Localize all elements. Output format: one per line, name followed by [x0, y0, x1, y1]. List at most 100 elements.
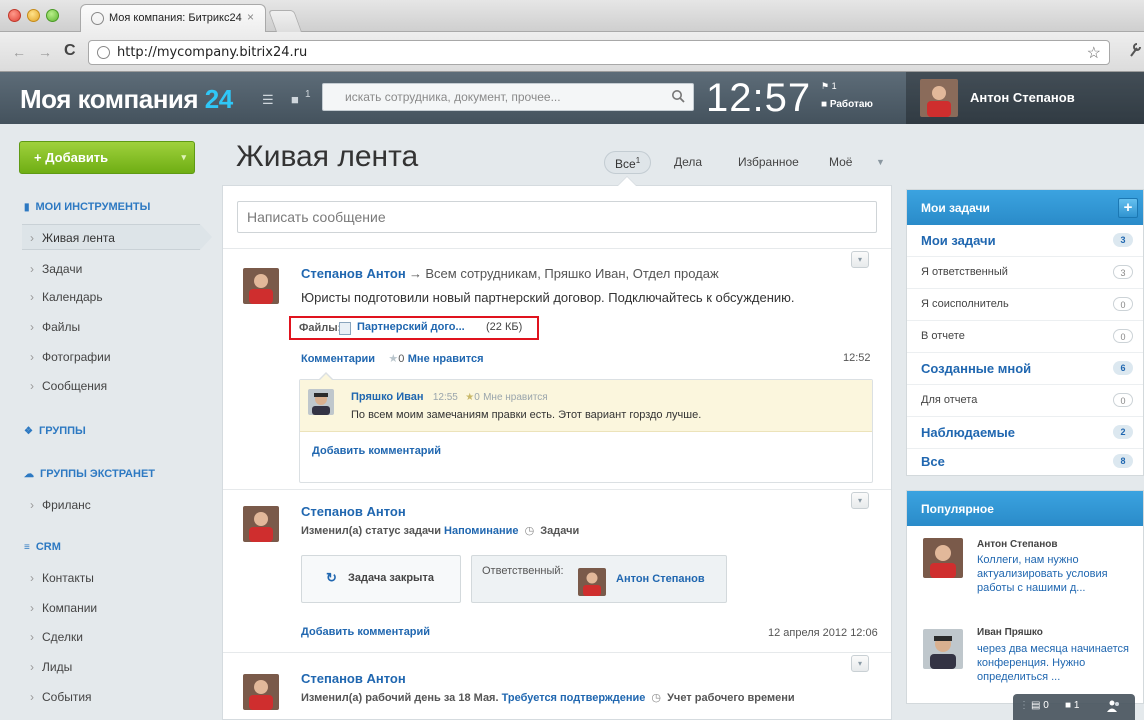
task-filter-row[interactable]: Наблюдаемые 2: [907, 417, 1143, 449]
popular-text-line[interactable]: определиться ...: [977, 670, 1060, 684]
sidebar-item-files[interactable]: Файлы: [30, 320, 80, 334]
filter-all[interactable]: Все1: [604, 151, 652, 174]
popular-panel: Популярное Антон Степанов Коллеги, нам н…: [906, 490, 1144, 704]
compose-input[interactable]: [237, 201, 877, 233]
filter-mine[interactable]: Моё: [829, 155, 852, 169]
post-author[interactable]: Степанов Антон: [301, 266, 406, 281]
post-author[interactable]: Степанов Антон: [301, 671, 406, 686]
reload-icon[interactable]: C: [64, 42, 76, 60]
sidebar-item-calendar[interactable]: Календарь: [30, 290, 103, 304]
messenger-bar[interactable]: ⋮ ▤ 0 ■ 1: [1013, 694, 1135, 720]
comment-author[interactable]: Пряшко Иван: [351, 391, 424, 403]
file-link[interactable]: Партнерский дого...: [357, 321, 465, 333]
sidebar-item-events[interactable]: События: [30, 690, 92, 704]
minimize-window-button[interactable]: [27, 9, 40, 22]
portal-logo[interactable]: Моя компания 24: [20, 84, 233, 115]
comments-link[interactable]: Комментарии: [301, 353, 375, 365]
workday-flag[interactable]: ⚑ 1: [821, 81, 837, 92]
section-my-tools[interactable]: ▮ МОИ ИНСТРУМЕНТЫ: [24, 201, 150, 213]
section-groups[interactable]: ❖ ГРУППЫ: [24, 425, 86, 437]
search-icon[interactable]: [671, 89, 685, 103]
avatar: [923, 538, 963, 578]
notifications-counter[interactable]: ■ 1: [1065, 700, 1079, 711]
search-input[interactable]: [323, 84, 663, 110]
sidebar-item-freelance[interactable]: Фриланс: [30, 498, 91, 512]
bookmark-star-icon[interactable]: ☆: [1087, 43, 1101, 63]
add-button[interactable]: + Добавить ▾: [19, 141, 195, 174]
popular-text-line[interactable]: через два месяца начинается: [977, 642, 1129, 656]
page-info-icon[interactable]: [97, 46, 110, 59]
contacts-icon[interactable]: [1107, 699, 1121, 713]
task-filter-row[interactable]: Созданные мной 6: [907, 353, 1143, 385]
post-actions: Комментарии ★0 Мне нравится: [301, 351, 484, 365]
add-comment-link[interactable]: Добавить комментарий: [312, 445, 441, 457]
task-filter-label: Все: [921, 454, 945, 469]
popular-author[interactable]: Антон Степанов: [977, 539, 1058, 550]
drag-handle-icon[interactable]: ⋮: [1019, 700, 1029, 711]
task-filter-row[interactable]: Я соисполнитель 0: [907, 289, 1143, 321]
messages-counter[interactable]: ▤ 0: [1031, 700, 1049, 711]
task-filter-row[interactable]: Все 8: [907, 446, 1143, 478]
new-tab-button[interactable]: [267, 10, 303, 32]
add-comment-link[interactable]: Добавить комментарий: [301, 626, 430, 638]
close-window-button[interactable]: [8, 9, 21, 22]
avatar: [243, 674, 279, 710]
task-filter-label: Я ответственный: [921, 266, 1008, 278]
zoom-window-button[interactable]: [46, 9, 59, 22]
status-section[interactable]: Учет рабочего времени: [667, 692, 795, 704]
task-link[interactable]: Напоминание: [444, 525, 518, 537]
responsible-name[interactable]: Антон Степанов: [616, 573, 705, 585]
sidebar-item-live-feed[interactable]: Живая лента: [22, 224, 212, 250]
comments-block: Пряшко Иван 12:55 ★0 Мне нравится По все…: [299, 379, 873, 483]
forward-icon[interactable]: →: [38, 44, 52, 60]
filter-tasks[interactable]: Дела: [674, 155, 702, 169]
comment-like-button[interactable]: Мне нравится: [483, 392, 548, 403]
workday-status[interactable]: ■ Работаю: [821, 99, 873, 110]
tasks-panel-header[interactable]: Мои задачи: [907, 190, 1143, 225]
popular-text-line[interactable]: конференция. Нужно: [977, 656, 1085, 670]
sidebar-item-leads[interactable]: Лиды: [30, 660, 72, 674]
popular-author[interactable]: Иван Пряшко: [977, 627, 1043, 638]
tab-close-icon[interactable]: ×: [247, 10, 254, 24]
task-filter-row[interactable]: Мои задачи 3: [907, 225, 1143, 257]
notif-count: 1: [1073, 700, 1080, 711]
sidebar-item-tasks[interactable]: Задачи: [30, 262, 82, 276]
clock[interactable]: 12:57: [706, 76, 811, 121]
section-extranet-groups[interactable]: ☁ ГРУППЫ ЭКСТРАНЕТ: [24, 468, 155, 480]
post-author[interactable]: Степанов Антон: [301, 504, 406, 519]
task-filter-count: 3: [1113, 233, 1133, 247]
comment-like-count: 0: [474, 392, 480, 403]
status-section[interactable]: Задачи: [540, 525, 579, 537]
add-task-button[interactable]: +: [1118, 198, 1138, 218]
messages-icon[interactable]: ☰: [262, 92, 274, 108]
post-menu-button[interactable]: ▾: [851, 655, 869, 672]
sidebar-item-deals[interactable]: Сделки: [30, 630, 83, 644]
post-menu-button[interactable]: ▾: [851, 251, 869, 268]
post-menu-button[interactable]: ▾: [851, 492, 869, 509]
post-date: 12 апреля 2012 12:06: [768, 627, 878, 639]
notifications-icon[interactable]: ■: [291, 92, 299, 107]
back-icon[interactable]: ←: [12, 44, 26, 60]
confirm-link[interactable]: Требуется подтверждение: [502, 692, 646, 704]
browser-tab[interactable]: Моя компания: Битрикс24 ×: [80, 4, 266, 32]
popular-text-line[interactable]: актуализировать условия: [977, 567, 1108, 581]
task-filter-count: 8: [1113, 454, 1133, 468]
sidebar-item-companies[interactable]: Компании: [30, 601, 97, 615]
sidebar-item-messages[interactable]: Сообщения: [30, 379, 107, 393]
filter-menu-icon[interactable]: ▼: [876, 157, 885, 167]
task-filter-row[interactable]: Я ответственный 3: [907, 257, 1143, 289]
user-menu[interactable]: Антон Степанов: [906, 72, 1144, 124]
popular-text-line[interactable]: работы с нашими д...: [977, 581, 1085, 595]
task-filter-row[interactable]: В отчете 0: [907, 321, 1143, 353]
wrench-icon[interactable]: [1128, 42, 1142, 58]
address-bar[interactable]: http://mycompany.bitrix24.ru ☆: [88, 40, 1110, 65]
section-crm[interactable]: ≡ CRM: [24, 541, 61, 553]
sidebar-item-photos[interactable]: Фотографии: [30, 350, 111, 364]
sidebar-item-contacts[interactable]: Контакты: [30, 571, 94, 585]
crm-icon: ≡: [24, 542, 30, 553]
filter-favorites[interactable]: Избранное: [738, 155, 799, 169]
task-filter-row[interactable]: Для отчета 0: [907, 385, 1143, 417]
post-recipients[interactable]: Всем сотрудникам, Пряшко Иван, Отдел про…: [425, 266, 718, 281]
popular-text-line[interactable]: Коллеги, нам нужно: [977, 553, 1079, 567]
like-button[interactable]: Мне нравится: [408, 353, 484, 365]
